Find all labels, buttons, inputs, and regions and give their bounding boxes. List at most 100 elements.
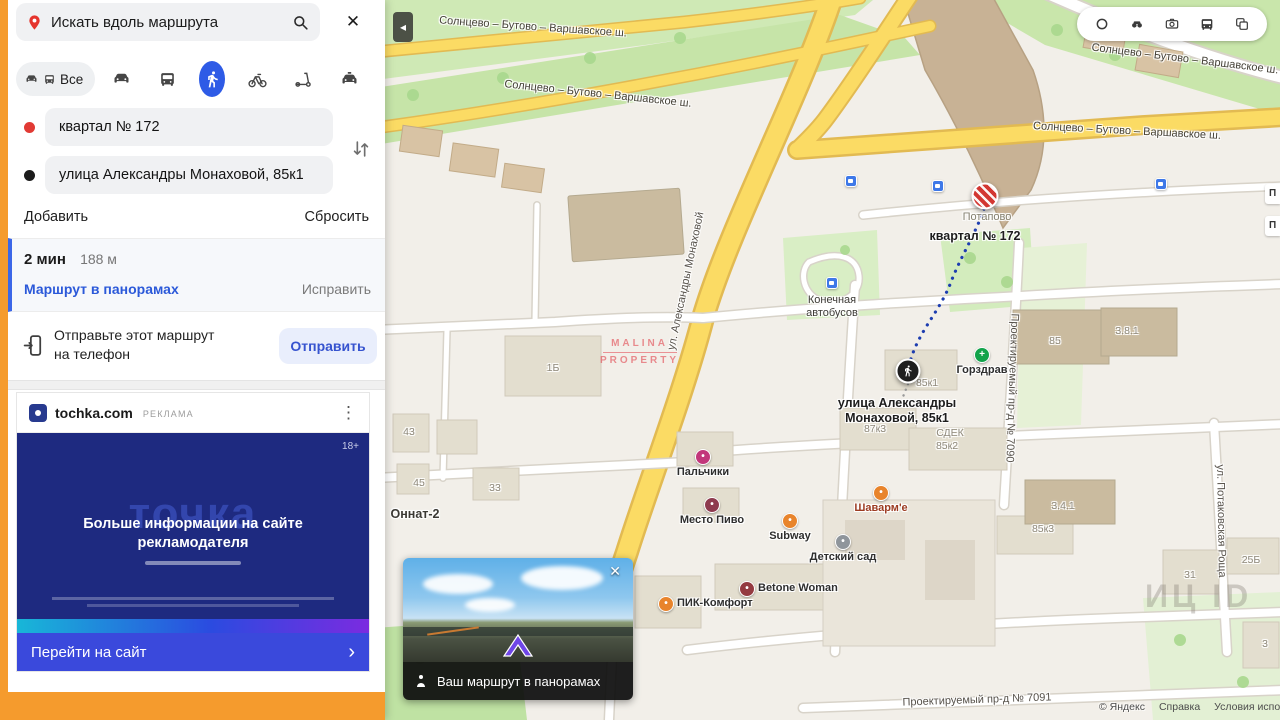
route-summary-card[interactable]: 2 мин 188 м Маршрут в панорамах Исправит… — [8, 238, 385, 312]
ad-badge: РЕКЛАМА — [143, 409, 194, 419]
ad-brand: tochka.com — [55, 405, 133, 421]
car-icon — [24, 72, 39, 87]
ad-age-rating: 18+ — [342, 441, 359, 452]
camera-icon — [1164, 14, 1180, 34]
poi-label: Subway — [769, 530, 811, 542]
bus-terminal-line1: Конечная — [777, 294, 887, 307]
map-control-panoramas[interactable] — [1228, 10, 1256, 38]
terms-link[interactable]: Условия использ — [1214, 701, 1280, 713]
ad-subtext-bar — [145, 561, 241, 565]
cloud-shape — [465, 598, 515, 612]
bus-stop-icon[interactable] — [1155, 178, 1167, 190]
person-icon — [413, 673, 429, 689]
route-summary: 2 мин 188 м — [24, 251, 117, 268]
mode-transit-button[interactable] — [147, 60, 187, 98]
ad-headline: Больше информации на сайте рекламодателя — [17, 515, 369, 553]
poi-icon: • — [695, 449, 711, 465]
close-panorama-button[interactable]: ✕ — [603, 562, 627, 581]
watermark-line2: PROPERTY — [600, 355, 679, 367]
map-control-cameras[interactable] — [1158, 10, 1186, 38]
send-text-line1: Отправьте этот маршрут — [54, 327, 214, 343]
section-divider — [8, 380, 385, 390]
ad-menu-button[interactable]: ⋮ — [340, 403, 357, 423]
bus-stop-icon — [826, 277, 838, 289]
window-edge-left — [0, 0, 8, 720]
ad-gradient-strip — [17, 619, 369, 633]
bus-icon — [1199, 15, 1215, 34]
collapse-sidebar-button[interactable]: ◂ — [393, 12, 413, 42]
bus-stop-icon[interactable] — [932, 180, 944, 192]
mode-pedestrian-button[interactable] — [193, 60, 231, 98]
search-placeholder: Искать вдоль маршрута — [51, 14, 291, 31]
bicycle-icon — [247, 69, 268, 90]
waypoint-a-input[interactable]: квартал № 172 — [45, 108, 333, 146]
send-text-line2: на телефон — [54, 346, 130, 362]
chevron-right-icon: › — [348, 642, 355, 662]
watermark-corner: ИЦ ID — [1145, 578, 1252, 615]
mode-bike-button[interactable] — [237, 60, 277, 98]
bus-terminal: Конечная автобусов — [777, 276, 887, 320]
map-canvas[interactable]: Солнцево – Бутово – Варшавское ш.Солнцев… — [385, 0, 1280, 720]
watermark-rule — [603, 352, 677, 353]
reset-route-button[interactable]: Сбросить — [297, 207, 377, 227]
end-point-label: квартал № 172 — [930, 229, 1021, 243]
poi-icon: • — [873, 485, 889, 501]
route-edit-link[interactable]: Исправить — [302, 281, 371, 297]
poi-label: Детский сад — [810, 551, 877, 563]
help-link[interactable]: Справка — [1159, 701, 1200, 713]
poi-label: ПИК-Комфорт — [677, 597, 753, 609]
map-control-transport[interactable] — [1193, 10, 1221, 38]
route-start-marker[interactable] — [896, 359, 921, 384]
circle-icon — [1094, 14, 1110, 34]
panorama-icon — [1234, 14, 1250, 34]
poi-label: Горздрав — [956, 364, 1007, 376]
swap-arrows-icon — [350, 138, 372, 160]
route-duration: 2 мин — [24, 251, 66, 268]
mode-scooter-button[interactable] — [283, 60, 323, 98]
send-to-phone-text: Отправьте этот маршрут на телефон — [54, 326, 214, 364]
pedestrian-icon — [203, 70, 222, 89]
poi-icon: • — [835, 534, 851, 550]
map-control-layers[interactable] — [1088, 10, 1116, 38]
mode-car-button[interactable] — [101, 60, 141, 98]
ad-headline-line1: Больше информации на сайте — [83, 516, 303, 532]
ad-header: tochka.com РЕКЛАМА ⋮ — [17, 393, 369, 433]
ad-legal-line — [87, 604, 298, 607]
route-sidebar: Искать вдоль маршрута ✕ Все — [8, 0, 385, 720]
add-waypoint-button[interactable]: Добавить — [16, 207, 96, 227]
send-button[interactable]: Отправить — [279, 328, 377, 364]
mode-all-label: Все — [60, 72, 83, 87]
pedestrian-icon — [902, 365, 915, 378]
bus-terminal-label: Конечная автобусов — [777, 294, 887, 320]
copyright-label: © Яндекс — [1099, 701, 1145, 713]
waypoint-b-row: улица Александры Монаховой, 85к1 — [24, 156, 333, 194]
search-icon[interactable] — [291, 13, 310, 32]
waypoint-b-input[interactable]: улица Александры Монаховой, 85к1 — [45, 156, 333, 194]
bus-stop-icon[interactable] — [845, 175, 857, 187]
panorama-arrow-icon — [498, 632, 538, 658]
ad-cta-button[interactable]: Перейти на сайт › — [17, 633, 369, 671]
bus-icon — [43, 73, 56, 86]
transport-mode-bar: Все — [8, 58, 385, 100]
map-control-mirrors[interactable] — [1123, 10, 1151, 38]
search-along-route-field[interactable]: Искать вдоль маршрута — [16, 3, 320, 41]
send-to-phone-icon — [22, 333, 47, 358]
poi-icon: • — [704, 497, 720, 513]
ad-legal-line — [52, 597, 334, 600]
swap-waypoints-button[interactable] — [346, 134, 376, 164]
panorama-preview[interactable]: ✕ Ваш маршрут в панорамах — [403, 558, 633, 700]
poi-label: Шаварм'е — [854, 502, 907, 514]
watermark-malina: MALINA PROPERTY — [600, 338, 679, 367]
mode-all-button[interactable]: Все — [16, 62, 95, 96]
route-panoramas-link[interactable]: Маршрут в панорамах — [24, 281, 179, 297]
close-search-button[interactable]: ✕ — [330, 3, 376, 41]
route-end-marker[interactable] — [972, 183, 999, 210]
waypoint-actions: Добавить Сбросить — [16, 204, 377, 230]
ad-cta-label: Перейти на сайт — [31, 644, 147, 661]
poi-icon: • — [739, 581, 755, 597]
poi-icon: • — [658, 596, 674, 612]
mode-taxi-button[interactable] — [329, 60, 369, 98]
waypoint-b-bullet — [24, 170, 35, 181]
panorama-caption-bar: Ваш маршрут в панорамах — [403, 662, 633, 700]
ad-banner[interactable]: 18+ точка Больше информации на сайте рек… — [17, 433, 369, 633]
